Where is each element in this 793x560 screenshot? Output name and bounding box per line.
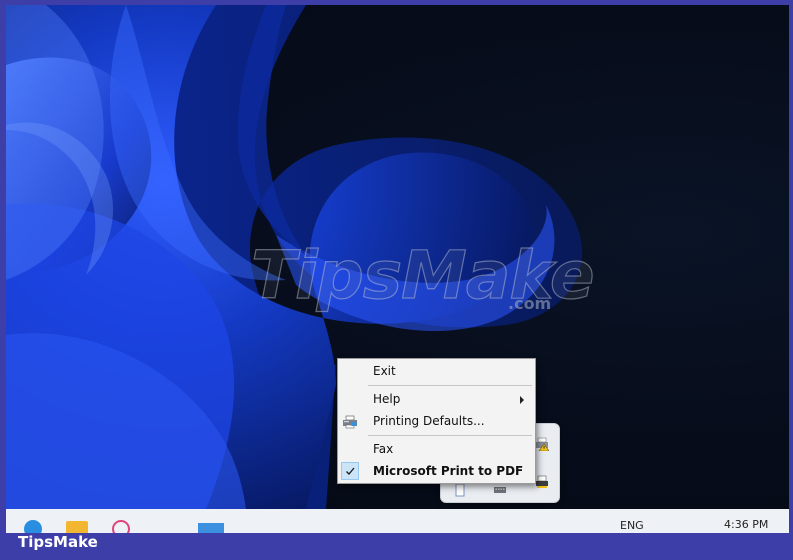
checkmark-icon (346, 467, 355, 475)
menu-separator (368, 385, 532, 386)
input-language-indicator[interactable]: ENG (620, 519, 644, 532)
submenu-arrow-icon (520, 396, 524, 404)
menu-item-label: Printing Defaults... (373, 414, 485, 428)
edge-browser-icon[interactable] (24, 520, 42, 533)
menu-item-label: Microsoft Print to PDF (373, 464, 524, 478)
document-icon[interactable] (453, 482, 467, 497)
menu-item-help[interactable]: Help (339, 388, 534, 410)
app-icon[interactable] (112, 520, 130, 533)
menu-item-printing-defaults[interactable]: Printing Defaults... (339, 410, 534, 432)
tray-context-menu: Exit Help Printing Defaults... Fax Micro… (337, 358, 536, 484)
menu-separator (368, 435, 532, 436)
menu-item-label: Fax (373, 442, 394, 456)
desktop[interactable]: TipsMake .com Exit Help Printing Default… (6, 5, 789, 509)
printer-settings-icon (342, 414, 358, 429)
keyboard-icon[interactable] (493, 482, 507, 496)
printer-icon[interactable] (535, 474, 549, 488)
check-highlight (341, 462, 359, 480)
taskbar-clock[interactable]: 4:36 PM (724, 518, 768, 531)
store-icon[interactable] (198, 523, 224, 533)
menu-item-microsoft-print-to-pdf[interactable]: Microsoft Print to PDF (339, 460, 534, 482)
watermark-domain-suffix: .com (508, 294, 552, 313)
taskbar: ENG 4:36 PM (6, 509, 789, 533)
footer-brand-label: TipsMake (18, 533, 98, 551)
file-explorer-icon[interactable] (66, 521, 88, 533)
menu-item-label: Help (373, 392, 401, 406)
menu-item-label: Exit (373, 364, 396, 378)
menu-item-exit[interactable]: Exit (339, 360, 534, 382)
printer-warning-icon[interactable] (535, 436, 550, 452)
menu-item-fax[interactable]: Fax (339, 438, 534, 460)
screenshot-frame: TipsMake .com Exit Help Printing Default… (0, 0, 793, 560)
